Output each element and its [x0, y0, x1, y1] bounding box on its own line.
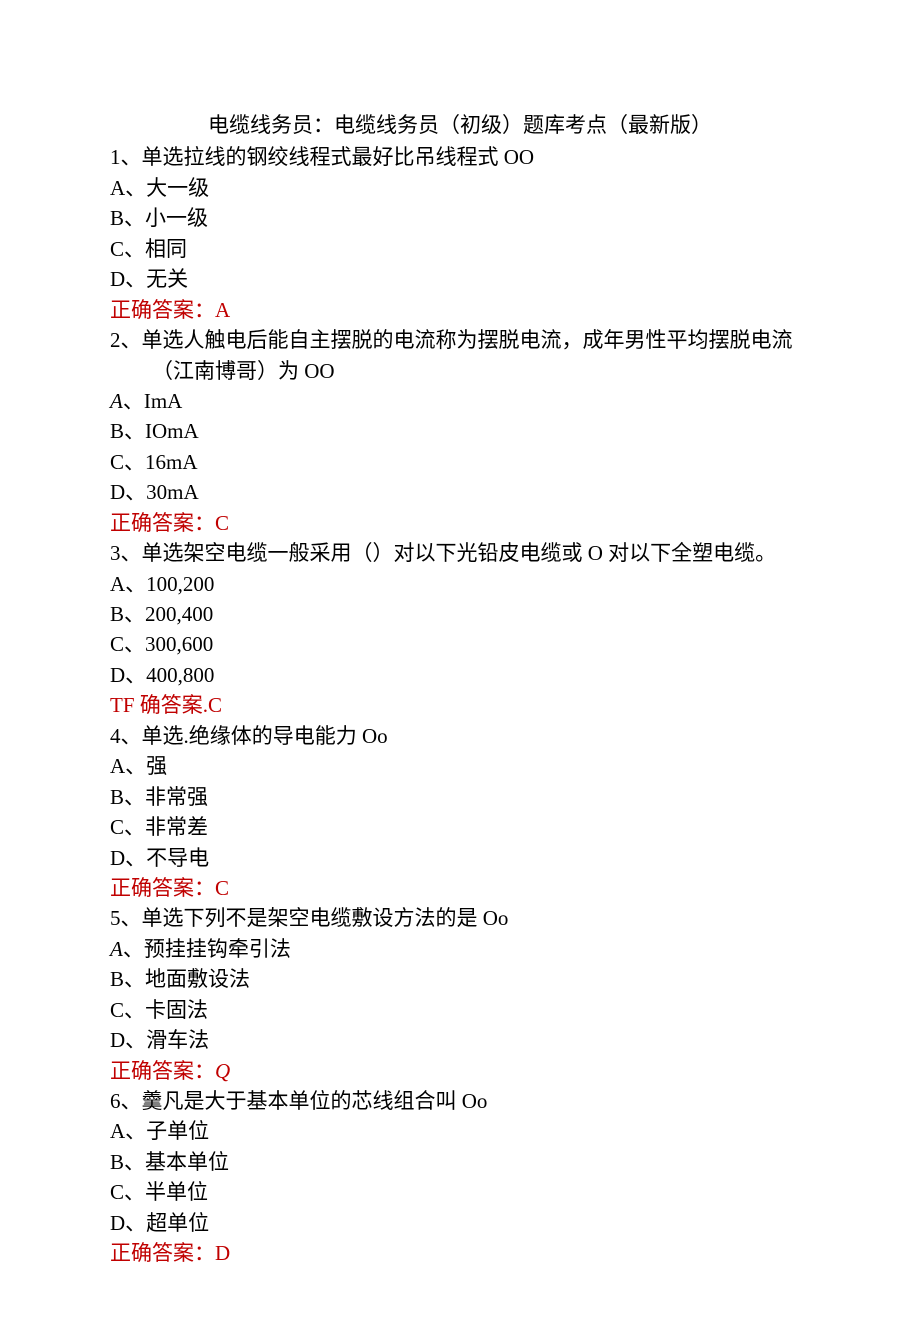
answer-full-line: TF 确答案.C [110, 690, 810, 720]
question-5: 5、单选下列不是架空电缆敷设方法的是 Oo A、预挂挂钩牵引法 B、地面敷设法 … [110, 903, 810, 1086]
question-1: 1、单选拉线的钢绞线程式最好比吊线程式 OO A、大一级 B、小一级 C、相同 … [110, 142, 810, 325]
page-title: 电缆线务员：电缆线务员（初级）题库考点（最新版） [110, 110, 810, 140]
answer: 正确答案：A [110, 295, 810, 325]
question-stem: 6、羹凡是大于基本单位的芯线组合叫 Oo [110, 1086, 810, 1116]
option-c: C、非常差 [110, 812, 810, 842]
answer-value: C [215, 511, 229, 535]
answer-label: 正确答案： [110, 511, 215, 535]
question-2: 2、单选人触电后能自主摆脱的电流称为摆脱电流，成年男性平均摆脱电流 （江南博哥）… [110, 325, 810, 538]
option-a: A、大一级 [110, 173, 810, 203]
option-d: D、滑车法 [110, 1025, 810, 1055]
answer: 正确答案：Q [110, 1056, 810, 1086]
answer: 正确答案：D [110, 1238, 810, 1268]
answer-label: 正确答案： [110, 298, 215, 322]
option-b: B、IOmA [110, 416, 810, 446]
question-6: 6、羹凡是大于基本单位的芯线组合叫 Oo A、子单位 B、基本单位 C、半单位 … [110, 1086, 810, 1269]
option-d: D、不导电 [110, 843, 810, 873]
option-d: D、400,800 [110, 660, 810, 690]
option-a: A、100,200 [110, 569, 810, 599]
question-4: 4、单选.绝缘体的导电能力 Oo A、强 B、非常强 C、非常差 D、不导电 正… [110, 721, 810, 904]
option-c: C、16mA [110, 447, 810, 477]
answer: 正确答案：C [110, 873, 810, 903]
question-stem: 5、单选下列不是架空电缆敷设方法的是 Oo [110, 903, 810, 933]
answer-value: Q [215, 1059, 230, 1083]
answer-label: 正确答案： [110, 876, 215, 900]
option-b: B、小一级 [110, 203, 810, 233]
option-a: A、强 [110, 751, 810, 781]
answer-value: A [215, 298, 230, 322]
answer-label: 正确答案： [110, 1241, 215, 1265]
option-a-rest: 、预挂挂钩牵引法 [123, 937, 291, 961]
option-d: D、30mA [110, 477, 810, 507]
option-c: C、卡固法 [110, 995, 810, 1025]
option-a: A、子单位 [110, 1116, 810, 1146]
option-b: B、基本单位 [110, 1147, 810, 1177]
question-3: 3、单选架空电缆一般采用（）对以下光铅皮电缆或 O 对以下全塑电缆。 A、100… [110, 538, 810, 721]
option-a-prefix: A [110, 937, 123, 961]
question-stem: 2、单选人触电后能自主摆脱的电流称为摆脱电流，成年男性平均摆脱电流 [110, 325, 810, 355]
option-b: B、地面敷设法 [110, 964, 810, 994]
option-a-rest: 、ImA [123, 389, 183, 413]
option-c: C、半单位 [110, 1177, 810, 1207]
question-stem: 4、单选.绝缘体的导电能力 Oo [110, 721, 810, 751]
option-b: B、非常强 [110, 782, 810, 812]
option-d: D、超单位 [110, 1208, 810, 1238]
question-stem: 3、单选架空电缆一般采用（）对以下光铅皮电缆或 O 对以下全塑电缆。 [110, 538, 810, 568]
answer-label: 正确答案： [110, 1059, 215, 1083]
answer-value: D [215, 1241, 230, 1265]
option-a: A、预挂挂钩牵引法 [110, 934, 810, 964]
question-stem-line2: （江南博哥）为 OO [110, 356, 810, 386]
option-d: D、无关 [110, 264, 810, 294]
question-stem: 1、单选拉线的钢绞线程式最好比吊线程式 OO [110, 142, 810, 172]
option-b: B、200,400 [110, 599, 810, 629]
option-c: C、相同 [110, 234, 810, 264]
option-c: C、300,600 [110, 629, 810, 659]
answer-value: C [215, 876, 229, 900]
option-a-prefix: A [110, 389, 123, 413]
answer: 正确答案：C [110, 508, 810, 538]
option-a: A、ImA [110, 386, 810, 416]
